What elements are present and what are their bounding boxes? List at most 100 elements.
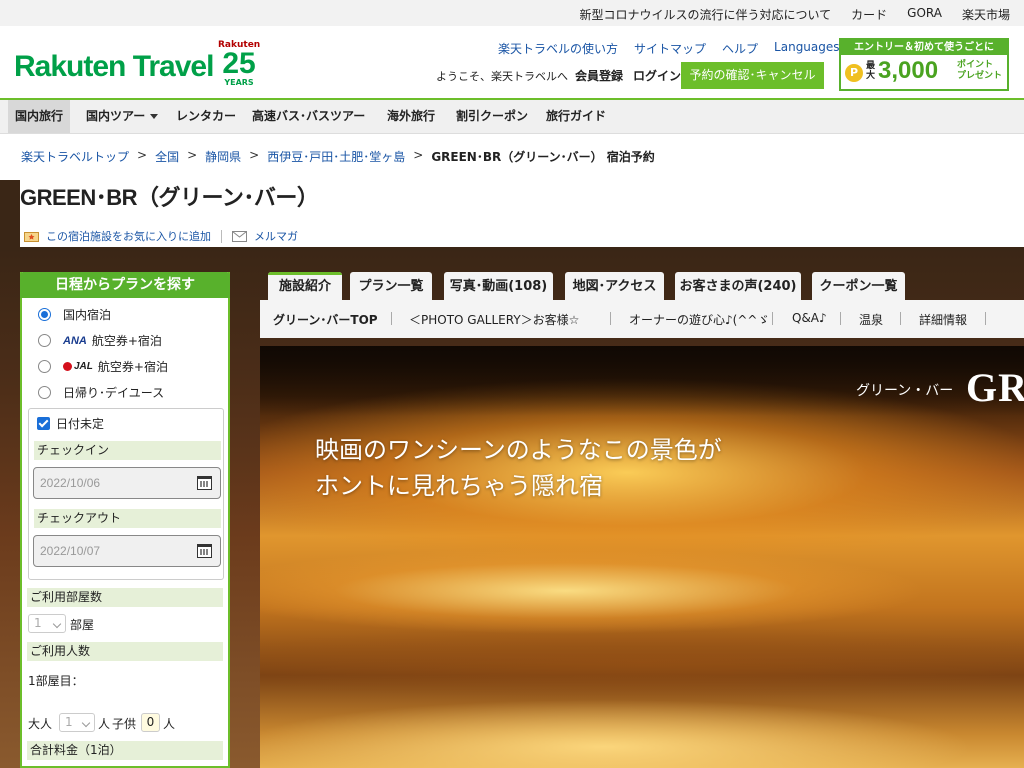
divider [840, 312, 841, 325]
breadcrumb-current: GREEN･BR（グリーン･バー） 宿泊予約 [431, 150, 655, 164]
checkbox-checked[interactable] [37, 417, 50, 430]
rooms-value: 1 [34, 616, 42, 630]
divider [221, 229, 222, 243]
point-campaign-banner[interactable]: エントリー＆初めて使うごとに P 最大 3,000 ポイント プレゼント [839, 38, 1009, 91]
tab-coupons[interactable]: クーポン一覧 [812, 272, 905, 300]
page-title: GREEN･BR（グリーン･バー） [20, 185, 319, 210]
child-count-input[interactable]: 0 [141, 713, 160, 732]
option-label: 航空券+宿泊 [91, 334, 162, 348]
breadcrumb-sep: > [187, 148, 198, 162]
plan-search-panel: 国内宿泊 ANA 航空券+宿泊 JAL 航空券+宿泊 日帰り･デイユース 日付未定 … [20, 272, 230, 768]
tab-reviews[interactable]: お客さまの声(240) [675, 272, 801, 300]
header-links: 楽天トラベルの使い方 サイトマップ ヘルプ Languages [498, 40, 852, 57]
promo-points: ポイント プレゼント [957, 60, 1002, 82]
plan-search-heading: 日程からプランを探す [20, 272, 230, 298]
gnav-domestic-tour-label: 国内ツアー [86, 109, 146, 123]
subnav-details[interactable]: 詳細情報 [919, 311, 967, 328]
subnav-onsen[interactable]: 温泉 [859, 311, 883, 328]
checkout-input[interactable]: 2022/10/07 [33, 535, 221, 567]
radio[interactable] [38, 334, 51, 347]
welcome-text: ようこそ、楽天トラベルへ [436, 70, 568, 83]
tab-photos[interactable]: 写真･動画(108) [444, 272, 553, 300]
gnav-guide[interactable]: 旅行ガイド [539, 100, 613, 133]
gnav-rental-car[interactable]: レンタカー [169, 100, 243, 133]
option-ana-flight-stay[interactable]: ANA 航空券+宿泊 [38, 332, 162, 349]
calendar-icon[interactable] [197, 476, 212, 490]
rakuten-ichiba-link[interactable]: 楽天市場 [962, 6, 1010, 23]
card-link[interactable]: カード [851, 6, 887, 23]
anniversary-logo: Rakuten 25 YEARS [218, 40, 260, 88]
child-unit: 人 [163, 717, 176, 731]
hero-copy-line1: 映画のワンシーンのようなこの景色が [315, 436, 722, 464]
background-edge [0, 180, 20, 247]
covid-notice-link[interactable]: 新型コロナウイルスの流行に伴う対応について [580, 6, 832, 23]
hotel-actions: この宿泊施設をお気に入りに追加 メルマガ [24, 228, 298, 244]
breadcrumb-area[interactable]: 西伊豆･戸田･土肥･堂ヶ島 [267, 148, 405, 165]
tab-map[interactable]: 地図･アクセス [565, 272, 664, 300]
help-link[interactable]: ヘルプ [722, 40, 758, 57]
ana-logo-icon: ANA [63, 334, 87, 347]
checkin-label: チェックイン [34, 441, 221, 460]
gnav-overseas[interactable]: 海外旅行 [380, 100, 442, 133]
breadcrumb-all[interactable]: 全国 [155, 148, 179, 165]
adult-label: 大人 [28, 717, 53, 731]
languages-label: Languages [774, 40, 840, 54]
option-label: 日帰り･デイユース [63, 386, 165, 400]
how-to-use-link[interactable]: 楽天トラベルの使い方 [498, 40, 618, 57]
checkout-label: チェックアウト [34, 509, 221, 528]
rooms-select[interactable]: 1 [28, 614, 66, 633]
jal-crane-icon [63, 361, 72, 371]
subnav-qa[interactable]: Q&A♪ [792, 311, 827, 325]
member-register-link[interactable]: 会員登録 [575, 67, 623, 84]
login-link[interactable]: ログイン [633, 67, 681, 84]
adult-select[interactable]: 1 [59, 713, 95, 732]
divider [610, 312, 611, 325]
gnav-domestic[interactable]: 国内旅行 [8, 100, 71, 133]
jal-logo-icon: JAL [63, 361, 93, 372]
radio[interactable] [38, 386, 51, 399]
promo-headline: エントリー＆初めて使うごとに [841, 40, 1007, 55]
hero-copy-line2: ホントに見れちゃう隠れ宿 [315, 472, 603, 500]
subnav-top[interactable]: グリーン･バーTOP [273, 311, 378, 328]
gnav-bus[interactable]: 高速バス･バスツアー [245, 100, 372, 133]
breadcrumb-top[interactable]: 楽天トラベルトップ [21, 148, 129, 165]
total-price-label: 合計料金（1泊） [27, 741, 223, 760]
breadcrumb-sep: > [413, 148, 424, 162]
checkin-input[interactable]: 2022/10/06 [33, 467, 221, 499]
jal-label: JAL [74, 361, 93, 372]
point-coin-icon: P [845, 64, 863, 82]
option-domestic-stay[interactable]: 国内宿泊 [38, 306, 111, 323]
reservation-check-button[interactable]: 予約の確認･キャンセル [681, 62, 824, 89]
mail-icon [232, 230, 247, 242]
gora-link[interactable]: GORA [907, 6, 942, 23]
tab-facility-info[interactable]: 施設紹介 [268, 272, 342, 300]
rakuten-travel-logo[interactable]: Rakuten Travel [14, 50, 214, 84]
option-day-use[interactable]: 日帰り･デイユース [38, 384, 164, 401]
add-favorite-link[interactable]: この宿泊施設をお気に入りに追加 [46, 228, 211, 244]
calendar-icon[interactable] [197, 544, 212, 558]
promo-points-line2: プレゼント [957, 71, 1003, 81]
sitemap-link[interactable]: サイトマップ [634, 40, 706, 57]
gnav-coupon[interactable]: 割引クーポン [449, 100, 535, 133]
date-undecided-checkbox[interactable]: 日付未定 [37, 415, 104, 432]
breadcrumb-shizuoka[interactable]: 静岡県 [205, 148, 241, 165]
option-jal-flight-stay[interactable]: JAL 航空券+宿泊 [38, 358, 168, 375]
subnav-owner[interactable]: オーナーの遊び心♪(^^ゞ [629, 311, 769, 328]
newsletter-link[interactable]: メルマガ [254, 228, 298, 244]
favorite-folder-icon [24, 231, 39, 242]
radio[interactable] [38, 360, 51, 373]
promo-max: 最大 [866, 61, 876, 81]
adult-value: 1 [65, 715, 73, 729]
divider [900, 312, 901, 325]
subnav-gallery[interactable]: ＜PHOTO GALLERY＞お客様☆ [409, 311, 579, 328]
gnav-domestic-tour[interactable]: 国内ツアー [79, 100, 165, 133]
site-header: Rakuten Travel Rakuten 25 YEARS 楽天トラベルの使… [0, 26, 1024, 98]
radio-selected[interactable] [38, 308, 51, 321]
people-label: ご利用人数 [27, 642, 223, 661]
adult-unit: 人 [98, 717, 111, 731]
divider [391, 312, 392, 325]
divider [772, 312, 773, 325]
promo-points-line1: ポイント [957, 60, 994, 70]
breadcrumb: 楽天トラベルトップ > 全国 > 静岡県 > 西伊豆･戸田･土肥･堂ヶ島 > G… [21, 148, 655, 165]
tab-plans[interactable]: プラン一覧 [350, 272, 432, 300]
